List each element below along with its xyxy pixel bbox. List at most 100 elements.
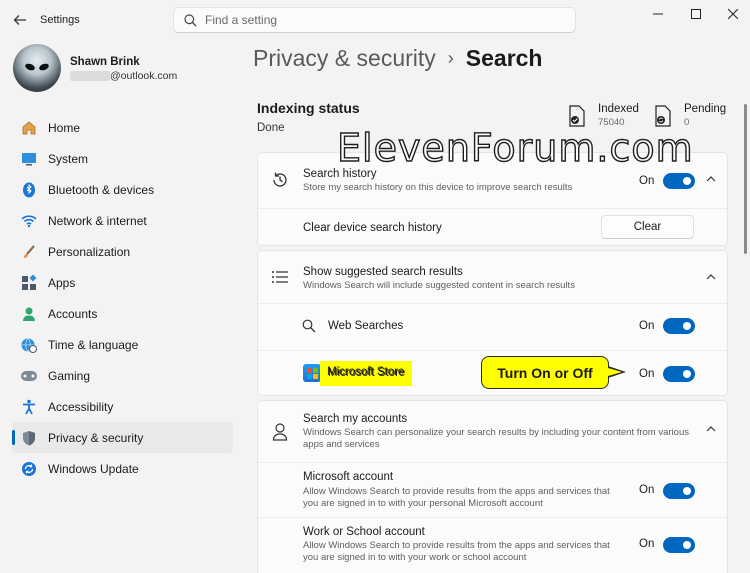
home-icon (20, 119, 38, 137)
breadcrumb: Privacy & security › Search (253, 45, 542, 72)
user-email: @outlook.com (110, 70, 178, 82)
indexing-status-title: Indexing status (257, 100, 360, 116)
search-icon (301, 316, 317, 336)
sidebar-item-label: Accounts (48, 306, 98, 321)
clear-history-row: Clear device search history Clear (258, 209, 727, 247)
history-icon (270, 170, 290, 190)
sidebar-item-label: Bluetooth & devices (48, 182, 155, 197)
document-sync-icon (655, 105, 671, 127)
work-school-account-title: Work or School account (303, 526, 425, 538)
work-school-account-desc-line1: Allow Windows Search to provide results … (303, 540, 610, 551)
arrow-left-icon (13, 15, 26, 25)
microsoft-account-desc-line1: Allow Windows Search to provide results … (303, 486, 610, 497)
wifi-icon (20, 212, 38, 230)
sidebar-item-privacy-security[interactable]: Privacy & security (12, 422, 233, 453)
sidebar-item-label: Home (48, 120, 81, 135)
search-accounts-desc-line1: Windows Search can personalize your sear… (303, 427, 689, 438)
microsoft-store-label: Microsoft Store (328, 367, 406, 379)
gamepad-icon (20, 367, 38, 385)
maximize-icon (691, 9, 701, 19)
pending-stat: Pending 0 (654, 103, 726, 128)
clear-history-label: Clear device search history (303, 222, 442, 234)
person-icon (270, 422, 290, 442)
sidebar-nav: Home System Bluetooth & devices Network … (12, 112, 233, 484)
work-school-account-toggle[interactable] (663, 537, 695, 553)
scrollbar[interactable] (744, 104, 747, 254)
close-button[interactable] (718, 4, 748, 24)
toggle-state-label: On (639, 175, 655, 187)
page-title: Search (465, 45, 543, 71)
sidebar-item-personalization[interactable]: Personalization (12, 236, 233, 267)
sidebar-item-accessibility[interactable]: Accessibility (12, 391, 233, 422)
chevron-up-icon[interactable] (705, 173, 717, 185)
chevron-up-icon[interactable] (705, 271, 717, 283)
microsoft-account-title: Microsoft account (303, 471, 394, 483)
sidebar-item-windows-update[interactable]: Windows Update (12, 453, 233, 484)
chevron-up-icon[interactable] (705, 423, 717, 435)
avatar[interactable] (13, 44, 61, 92)
search-accounts-card: Search my accounts Windows Search can pe… (257, 400, 728, 573)
toggle-state-label: On (639, 484, 655, 496)
search-accounts-title: Search my accounts (303, 413, 408, 425)
sidebar-item-label: Windows Update (48, 461, 139, 476)
search-accounts-desc-line2: apps and services (303, 439, 380, 450)
microsoft-store-toggle[interactable] (663, 366, 695, 382)
accounts-icon (20, 305, 38, 323)
shield-icon (20, 429, 38, 447)
sidebar-item-label: Accessibility (48, 399, 114, 414)
breadcrumb-parent[interactable]: Privacy & security (253, 45, 436, 72)
suggested-results-row[interactable]: Show suggested search results Windows Se… (258, 251, 727, 303)
list-icon (270, 267, 290, 287)
sidebar-item-label: System (48, 151, 89, 166)
minimize-icon (653, 13, 663, 15)
toggle-state-label: On (639, 368, 655, 380)
search-history-desc: Store my search history on this device t… (303, 182, 573, 193)
brush-icon (20, 243, 38, 261)
indexing-status-value: Done (257, 122, 285, 134)
callout-arrow-fill (608, 368, 622, 376)
sidebar-item-time-language[interactable]: Time & language (12, 329, 233, 360)
search-history-toggle[interactable] (663, 173, 695, 189)
title-bar: Settings Find a setting (0, 0, 750, 40)
maximize-button[interactable] (681, 4, 711, 24)
toggle-state-label: On (639, 538, 655, 550)
sidebar-item-accounts[interactable]: Accounts (12, 298, 233, 329)
email-redaction (70, 71, 110, 81)
bluetooth-icon (20, 181, 38, 199)
watermark: ElevenForum.com (336, 125, 694, 170)
sidebar-item-label: Apps (48, 275, 76, 290)
sidebar-item-system[interactable]: System (12, 143, 233, 174)
sidebar-item-home[interactable]: Home (12, 112, 233, 143)
sidebar-item-network[interactable]: Network & internet (12, 205, 233, 236)
search-icon (184, 13, 197, 26)
work-school-account-desc-line2: you are signed in to with your work or s… (303, 552, 527, 563)
app-title: Settings (40, 14, 80, 26)
chevron-right-icon: › (447, 48, 454, 68)
sidebar-item-label: Time & language (48, 337, 139, 352)
microsoft-account-row: Microsoft account Allow Windows Search t… (258, 463, 727, 517)
user-name: Shawn Brink (70, 56, 140, 68)
clear-button[interactable]: Clear (601, 215, 694, 239)
annotation-callout: Turn On or Off (481, 356, 609, 389)
microsoft-account-desc-line2: you are signed in to with your personal … (303, 498, 543, 509)
sidebar-item-apps[interactable]: Apps (12, 267, 233, 298)
globe-clock-icon (20, 336, 38, 354)
document-check-icon (569, 105, 585, 127)
microsoft-account-toggle[interactable] (663, 483, 695, 499)
apps-icon (20, 274, 38, 292)
sidebar-item-label: Network & internet (48, 213, 147, 228)
pending-label: Pending (684, 103, 727, 115)
sidebar-item-label: Gaming (48, 368, 91, 383)
minimize-button[interactable] (643, 4, 673, 24)
indexed-stat: Indexed 75040 (568, 103, 639, 128)
toggle-state-label: On (639, 320, 655, 332)
search-input[interactable]: Find a setting (173, 7, 576, 33)
sidebar-item-gaming[interactable]: Gaming (12, 360, 233, 391)
microsoft-store-icon (303, 364, 321, 382)
web-searches-toggle[interactable] (663, 318, 695, 334)
sidebar-item-label: Personalization (48, 244, 131, 259)
sidebar-item-bluetooth[interactable]: Bluetooth & devices (12, 174, 233, 205)
back-button[interactable] (8, 8, 32, 32)
system-icon (20, 150, 38, 168)
search-accounts-row[interactable]: Search my accounts Windows Search can pe… (258, 401, 727, 462)
